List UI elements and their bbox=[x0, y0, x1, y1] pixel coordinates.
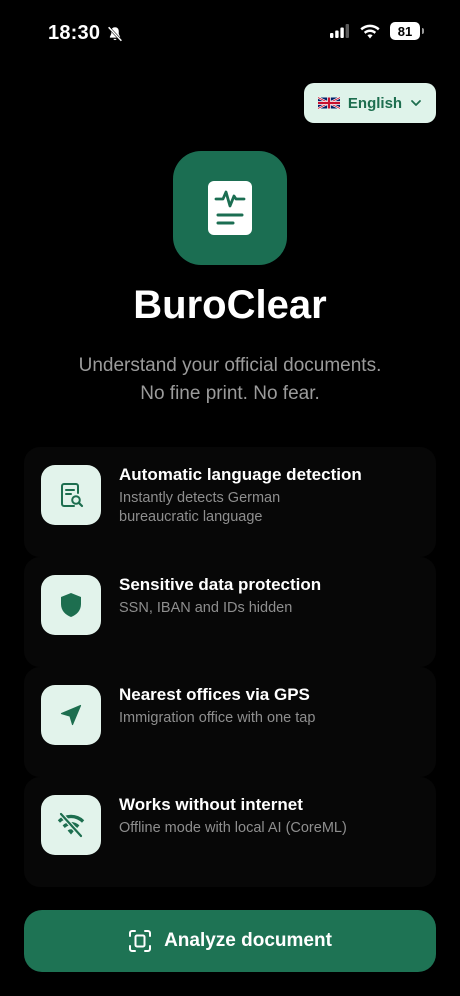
feature-description: SSN, IBAN and IDs hidden bbox=[119, 600, 293, 616]
status-bar: 18:30 81 bbox=[0, 0, 460, 70]
signal-icon bbox=[330, 24, 349, 38]
feature-item-offline: Works without internet Offline mode with… bbox=[24, 777, 436, 887]
document-pulse-icon bbox=[208, 181, 252, 235]
bell-slash-icon bbox=[107, 25, 123, 42]
scan-document-icon bbox=[129, 930, 152, 952]
analyze-document-button[interactable]: Analyze document bbox=[24, 910, 436, 972]
uk-flag-icon bbox=[317, 96, 340, 110]
battery-level: 81 bbox=[397, 23, 413, 39]
feature-description: Immigration office with one tap bbox=[119, 710, 316, 726]
welcome-screen: 18:30 81 English BuroClear Understand yo… bbox=[0, 0, 460, 996]
feature-description: Instantly detects German bureaucratic la… bbox=[119, 490, 281, 525]
feature-item-gps-offices: Nearest offices via GPS Immigration offi… bbox=[24, 667, 436, 777]
feature-icon-box bbox=[41, 575, 101, 635]
app-logo bbox=[173, 151, 287, 265]
analyze-document-label: Analyze document bbox=[164, 930, 332, 951]
tagline: Understand your official documents. No f… bbox=[0, 352, 460, 408]
battery-icon: 81 bbox=[390, 22, 424, 40]
shield-icon bbox=[61, 593, 81, 617]
tagline-line-1: Understand your official documents. bbox=[78, 355, 382, 376]
wifi-icon bbox=[360, 24, 380, 38]
feature-item-language-detection: Automatic language detection Instantly d… bbox=[24, 447, 436, 557]
feature-icon-box bbox=[41, 685, 101, 745]
feature-title: Sensitive data protection bbox=[119, 575, 322, 594]
feature-description: Offline mode with local AI (CoreML) bbox=[119, 820, 347, 836]
language-label: English bbox=[347, 94, 403, 112]
tagline-line-2: No fine print. No fear. bbox=[140, 383, 320, 404]
status-time-group: 18:30 bbox=[48, 22, 124, 45]
feature-title: Works without internet bbox=[119, 795, 303, 814]
feature-title: Nearest offices via GPS bbox=[119, 685, 310, 704]
wifi-off-icon bbox=[57, 812, 85, 838]
feature-list: Automatic language detection Instantly d… bbox=[24, 447, 436, 887]
language-selector[interactable]: English bbox=[304, 83, 436, 123]
feature-icon-box bbox=[41, 795, 101, 855]
app-title: BuroClear bbox=[133, 283, 327, 327]
status-indicators: 81 bbox=[330, 22, 424, 40]
chevron-down-icon bbox=[411, 100, 421, 106]
feature-item-data-protection: Sensitive data protection SSN, IBAN and … bbox=[24, 557, 436, 667]
status-time: 18:30 bbox=[48, 22, 101, 44]
feature-title: Automatic language detection bbox=[119, 465, 362, 484]
location-arrow-icon bbox=[60, 704, 82, 726]
document-search-icon bbox=[61, 483, 84, 508]
feature-icon-box bbox=[41, 465, 101, 525]
